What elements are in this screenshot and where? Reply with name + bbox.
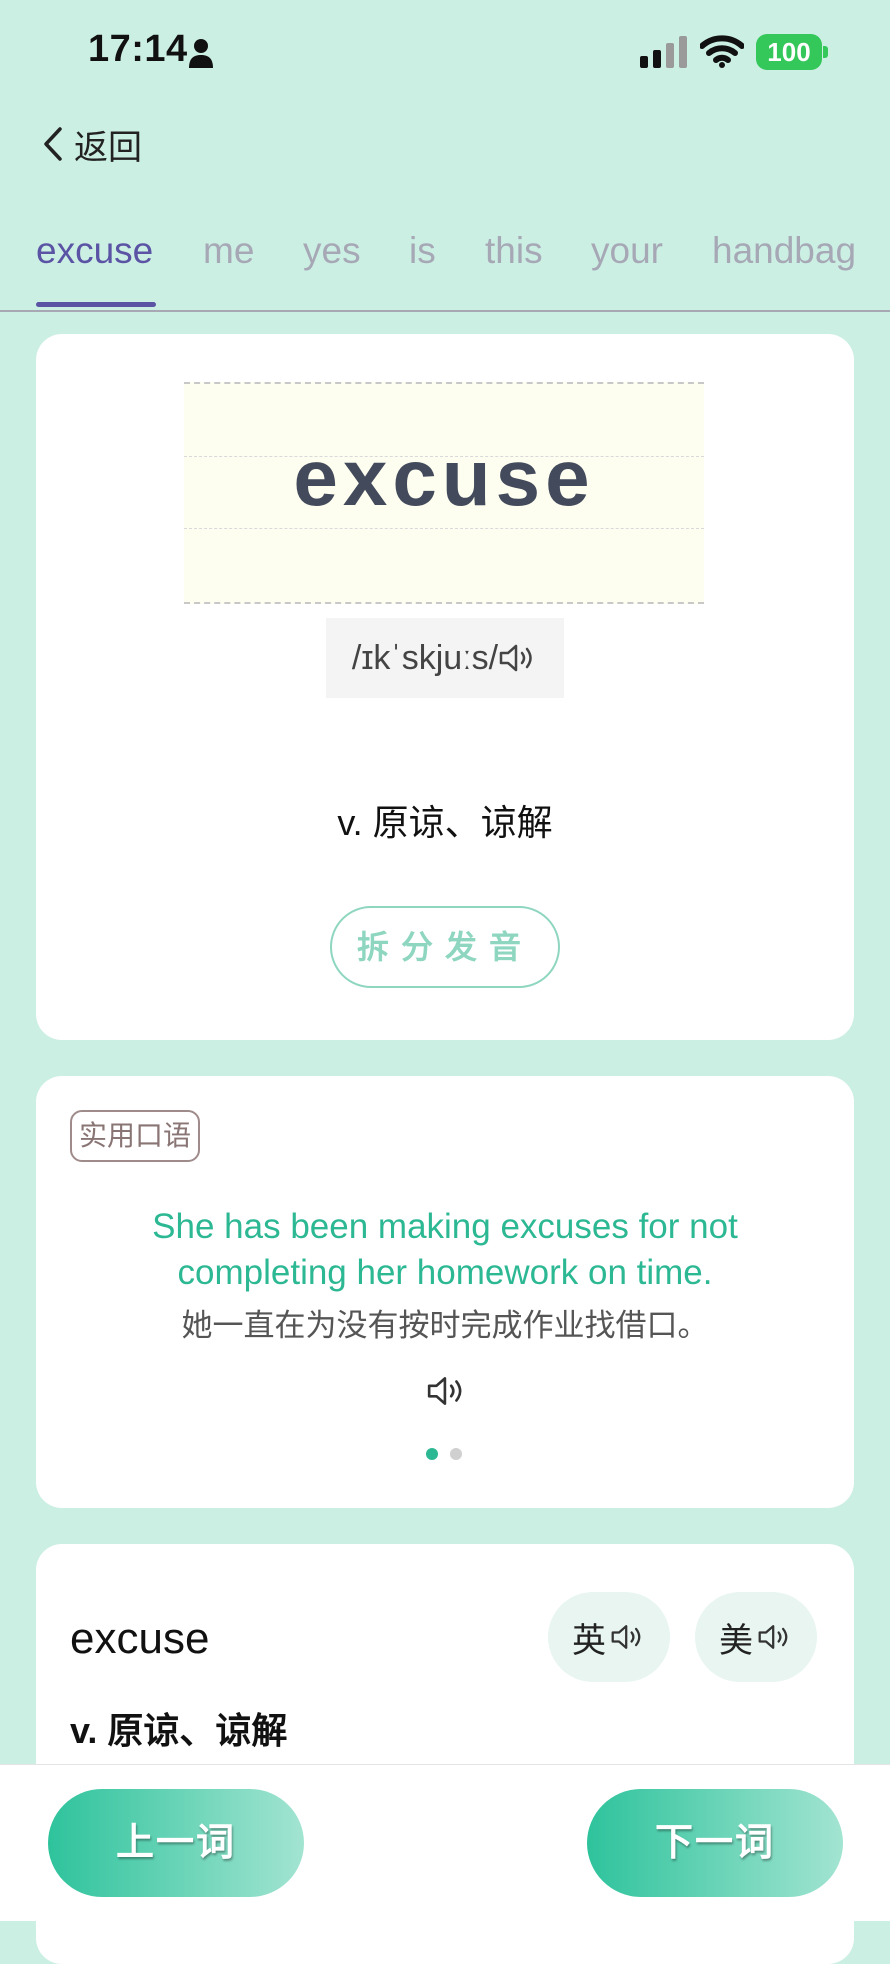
sentence-card: 实用口语 She has been making excuses for not… <box>36 1076 854 1508</box>
back-label: 返回 <box>74 128 142 167</box>
word-writing-box: excuse <box>184 382 704 604</box>
phonetic-button[interactable]: /ɪkˈskjuːs/ <box>326 618 564 698</box>
status-time: 17:14 <box>88 28 188 70</box>
tab-excuse[interactable]: excuse <box>36 230 153 272</box>
sentence-english: She has been making excuses for not comp… <box>152 1207 738 1292</box>
us-pronunciation-button[interactable]: 美 <box>695 1592 817 1682</box>
tab-me[interactable]: me <box>203 230 254 272</box>
word-title: excuse <box>293 433 595 522</box>
signal-icon <box>640 36 687 68</box>
detail-meaning: v. 原谅、谅解 <box>70 1710 288 1751</box>
guide-line <box>184 528 704 529</box>
page-dot-active[interactable] <box>426 1448 438 1460</box>
person-icon <box>189 39 213 68</box>
battery-icon: 100 <box>756 34 822 70</box>
back-button[interactable]: 返回 <box>40 120 142 168</box>
battery-tip <box>823 46 828 58</box>
tab-handbag[interactable]: handbag <box>712 230 856 272</box>
word-tabs: excuse me yes is this your handbag <box>0 220 890 312</box>
tab-your[interactable]: your <box>591 230 663 272</box>
speaker-icon <box>758 1625 788 1649</box>
next-word-button[interactable]: 下一词 <box>587 1789 843 1897</box>
us-label: 美 <box>719 1621 753 1660</box>
tab-is[interactable]: is <box>409 230 436 272</box>
word-card: excuse /ɪkˈskjuːs/ v. 原谅、谅解 拆分发音 <box>36 334 854 1040</box>
sentence-chinese: 她一直在为没有按时完成作业找借口。 <box>181 1308 709 1343</box>
phonetic-text: /ɪkˈskjuːs/ <box>351 638 499 677</box>
chevron-left-icon <box>44 127 62 161</box>
sentence-tag: 实用口语 <box>70 1110 201 1162</box>
active-tab-indicator <box>36 302 156 307</box>
speaker-icon <box>499 644 532 672</box>
tab-yes[interactable]: yes <box>303 230 361 272</box>
tab-this[interactable]: this <box>485 230 543 272</box>
detail-word: excuse <box>70 1614 210 1663</box>
wifi-icon <box>700 35 744 68</box>
bottom-nav-bar: 上一词 下一词 <box>0 1764 890 1921</box>
pagination-dots <box>426 1448 462 1460</box>
prev-word-button[interactable]: 上一词 <box>48 1789 304 1897</box>
page-dot[interactable] <box>450 1448 462 1460</box>
speaker-icon[interactable] <box>426 1374 468 1408</box>
word-meaning: v. 原谅、谅解 <box>337 802 553 843</box>
uk-pronunciation-button[interactable]: 英 <box>548 1592 670 1682</box>
split-pronunciation-button[interactable]: 拆分发音 <box>330 906 560 988</box>
uk-label: 英 <box>572 1621 606 1660</box>
speaker-icon <box>611 1625 641 1649</box>
